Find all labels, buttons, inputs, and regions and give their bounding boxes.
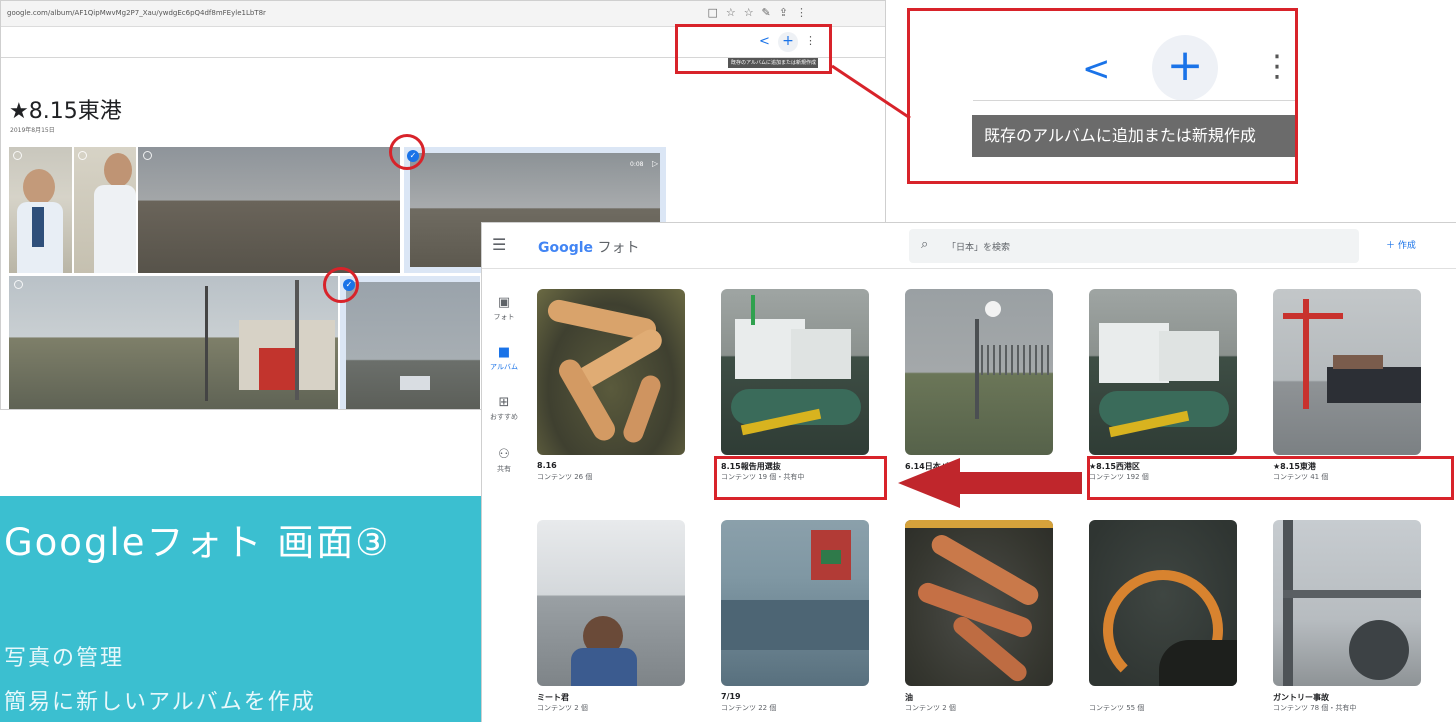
toolbar-highlight-box [675,24,832,74]
album-card[interactable]: 油 コンテンツ 2 個 [905,520,1053,714]
album-icon: ■ [497,345,511,360]
address-url[interactable]: google.com/album/AF1QipMwvMg2P7_Xau/ywdg… [7,9,266,17]
select-circle[interactable] [78,151,87,160]
album-photo[interactable] [138,147,400,273]
album-card[interactable]: 7/19 コンテンツ 22 個 [721,520,869,714]
select-circle[interactable] [13,151,22,160]
create-label: 作成 [1397,241,1416,251]
video-duration: 0:08 [630,161,644,168]
album-date: 2019年8月15日 [10,127,55,134]
album-title: ミート君 [537,693,569,702]
select-circle[interactable] [14,280,23,289]
album-title: 6.14日本パト [905,462,957,471]
toolbar-divider [973,100,1295,101]
album-cover [905,289,1053,455]
search-input[interactable]: ⌕ 「日本」を検索 [909,229,1359,263]
app-logo[interactable]: Google フォト [538,237,640,257]
add-to-album-button[interactable]: + [1152,35,1218,101]
album-title: 7/19 [721,692,741,701]
brand-name: Google [538,240,594,256]
caption-title: Googleフォト 画面③ [4,521,391,564]
album-cover [537,289,685,455]
caption-line-1: 写真の管理 [4,646,125,671]
album-cover [537,520,685,686]
play-icon: ▷ [652,159,659,168]
album-title: 油 [905,693,913,702]
album-meta: コンテンツ 22 個 [721,704,777,712]
sidebar-item-sharing[interactable]: ⚇ 共有 [486,447,522,475]
album-card[interactable]: ガントリー事故 コンテンツ 78 個・共有中 [1273,520,1421,714]
new-album-highlight-box [714,456,887,500]
album-card[interactable]: ⋮ コンテンツ 55 個 [1089,520,1245,714]
album-meta: コンテンツ 55 個 [1089,704,1145,712]
for-you-icon: ⊞ [498,395,510,410]
album-card[interactable]: ★8.15西港区 コンテンツ 192 個 [1089,289,1237,483]
nav-label: フォト [493,313,515,321]
album-cover [721,520,869,686]
slide: google.com/album/AF1QipMwvMg2P7_Xau/ywdg… [0,0,1456,722]
album-card[interactable]: 8.15報告用選抜 コンテンツ 19 個・共有中 [721,289,869,483]
source-albums-highlight-box [1087,456,1454,500]
album-card[interactable]: ★8.15東港 コンテンツ 41 個 [1273,289,1421,483]
nav-label: おすすめ [490,413,518,421]
album-cover [1273,289,1421,455]
search-icon: ⌕ [921,237,929,252]
sidebar-item-photos[interactable]: ▣ フォト [486,295,522,323]
album-cover [1273,520,1421,686]
share-icon[interactable]: < [1082,49,1111,89]
album-meta: コンテンツ 78 個・共有中 [1273,704,1357,712]
more-options-icon[interactable]: ⋮ [1262,49,1292,84]
album-cover [1089,289,1237,455]
album-meta: コンテンツ 26 個 [537,473,593,481]
album-cover [1089,520,1237,686]
zoom-callout: < + ⋮ 既存のアルバムに追加または新規作成 [907,8,1298,184]
nav-label: アルバム [490,363,518,371]
google-photos-albums-screenshot: ☰ Google フォト ⌕ 「日本」を検索 ＋ 作成 ▣ フォト ■ アルバム… [481,222,1456,722]
album-title: ガントリー事故 [1273,693,1329,702]
main-menu-icon[interactable]: ☰ [492,235,506,254]
album-card[interactable]: 8.16 コンテンツ 26 個 [537,289,685,483]
album-meta: コンテンツ 2 個 [537,704,588,712]
app-name: フォト [597,240,640,256]
album-title: ★8.15東港 [9,99,122,124]
album-photo-selected[interactable]: ✓ [340,276,480,409]
album-cover [905,520,1053,686]
sidebar-item-albums[interactable]: ■ アルバム [486,345,522,373]
album-photo[interactable] [74,147,136,273]
album-photo[interactable] [9,276,338,409]
sidebar-item-for-you[interactable]: ⊞ おすすめ [486,395,522,423]
caption-line-2: 簡易に新しいアルバムを作成 [4,690,316,715]
selection-highlight-ring [323,267,359,303]
album-meta: コンテンツ 2 個 [905,704,956,712]
nav-label: 共有 [497,465,511,473]
sharing-icon: ⚇ [498,447,510,462]
photo-icon: ▣ [497,295,511,310]
album-photo[interactable] [9,147,72,273]
selection-highlight-ring [389,134,425,170]
album-card[interactable]: ミート君 コンテンツ 2 個 [537,520,685,714]
album-title: 8.16 [537,461,557,470]
select-circle[interactable] [143,151,152,160]
create-button[interactable]: ＋ 作成 [1386,238,1416,251]
search-placeholder: 「日本」を検索 [947,243,1011,253]
album-card[interactable]: 6.14日本パト [905,289,1053,483]
album-meta [905,472,1053,483]
browser-toolbar-icons: □☆☆✎⇪⋮ [707,6,815,19]
album-cover [721,289,869,455]
add-to-album-tooltip: 既存のアルバムに追加または新規作成 [972,115,1295,157]
app-header: ☰ Google フォト ⌕ 「日本」を検索 ＋ 作成 [482,223,1456,269]
album-title [1089,692,1237,703]
